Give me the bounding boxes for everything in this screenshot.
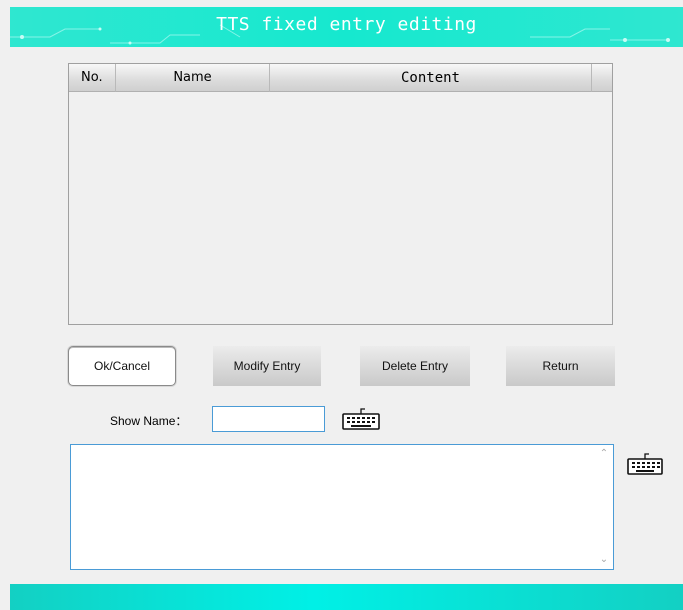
window-title: TTS fixed entry editing [216,14,477,35]
footer-bar [10,584,683,610]
show-name-label: Show Name： [110,414,188,428]
column-header-no[interactable]: No. [69,64,116,92]
column-header-filler [592,64,612,92]
title-bar: TTS fixed entry editing [10,7,683,47]
content-textarea[interactable]: ⌃ ⌄ [70,444,614,570]
table-header: No. Name Content [69,64,612,92]
keyboard-icon[interactable] [626,453,664,477]
modify-entry-button[interactable]: Modify Entry [213,346,321,386]
keyboard-icon[interactable] [340,407,382,431]
delete-entry-button[interactable]: Delete Entry [360,346,470,386]
column-header-name[interactable]: Name [116,64,270,92]
ok-cancel-button[interactable]: Ok/Cancel [68,346,176,386]
column-header-content[interactable]: Content [270,64,592,92]
return-button[interactable]: Return [506,346,615,386]
show-name-input[interactable] [212,406,325,432]
entry-table[interactable]: No. Name Content [68,63,613,325]
chevron-down-icon[interactable]: ⌄ [598,555,610,565]
chevron-up-icon[interactable]: ⌃ [598,449,610,459]
